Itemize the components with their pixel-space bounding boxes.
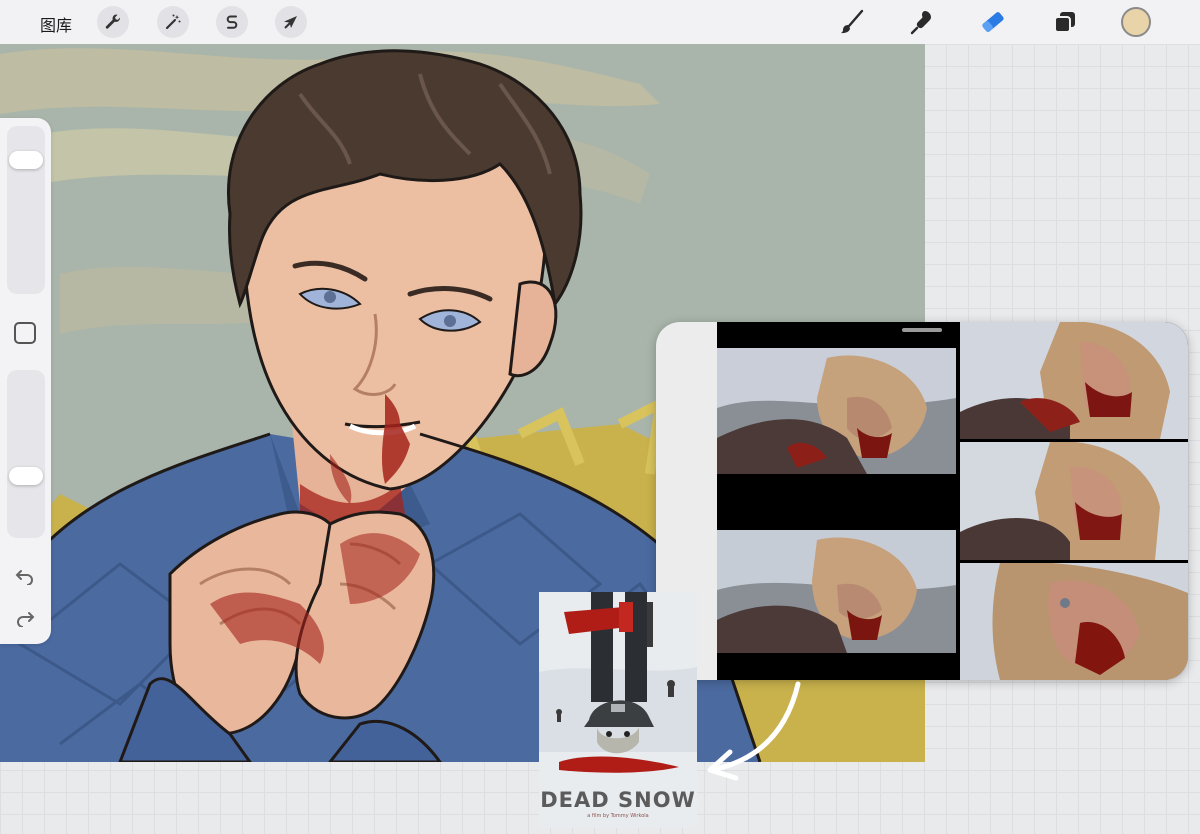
layers-icon — [1054, 12, 1075, 33]
transform-button[interactable] — [275, 6, 307, 38]
opacity-thumb[interactable] — [9, 466, 43, 485]
color-picker-button[interactable] — [1121, 7, 1151, 37]
smudge-icon — [910, 11, 931, 35]
undo-button[interactable] — [13, 566, 37, 586]
arrow-cursor-icon — [284, 16, 297, 29]
actions-button[interactable] — [97, 6, 129, 38]
top-toolbar: 图库 — [0, 0, 1200, 44]
left-sidebar — [0, 118, 51, 644]
reference-frame-5 — [960, 563, 1188, 680]
reference-frame-3 — [717, 530, 956, 653]
poster-credit: a film by Tommy Wirkola — [587, 813, 649, 819]
smudge-tool-button[interactable] — [906, 6, 938, 38]
gallery-button[interactable]: 图库 — [40, 12, 72, 36]
curved-arrow-annotation — [707, 681, 801, 781]
redo-button[interactable] — [13, 608, 37, 628]
brush-icon — [841, 9, 864, 34]
brush-size-thumb[interactable] — [9, 151, 43, 170]
reference-frame-4 — [960, 442, 1188, 560]
adjustments-button[interactable] — [157, 6, 189, 38]
modify-button[interactable] — [14, 322, 36, 344]
reference-image — [717, 322, 1188, 680]
selection-s-icon — [226, 15, 238, 29]
eraser-icon — [982, 12, 1004, 32]
dead-snow-poster: DEAD SNOW a film by Tommy Wirkola — [539, 592, 697, 828]
reference-drag-handle[interactable] — [902, 328, 942, 332]
selection-button[interactable] — [216, 6, 248, 38]
reference-frame-1 — [717, 348, 956, 474]
brush-tool-button[interactable] — [836, 6, 868, 38]
undo-icon — [15, 570, 33, 585]
redo-icon — [17, 612, 35, 627]
opacity-slider[interactable] — [7, 370, 45, 538]
poster-title: DEAD SNOW — [540, 788, 696, 812]
reference-frame-2 — [960, 322, 1188, 439]
layers-button[interactable] — [1049, 6, 1081, 38]
wrench-icon — [105, 14, 121, 29]
eraser-tool-button[interactable] — [977, 6, 1009, 38]
brush-size-slider[interactable] — [7, 126, 45, 294]
reference-window[interactable] — [656, 322, 1188, 680]
magic-wand-icon — [165, 14, 181, 30]
